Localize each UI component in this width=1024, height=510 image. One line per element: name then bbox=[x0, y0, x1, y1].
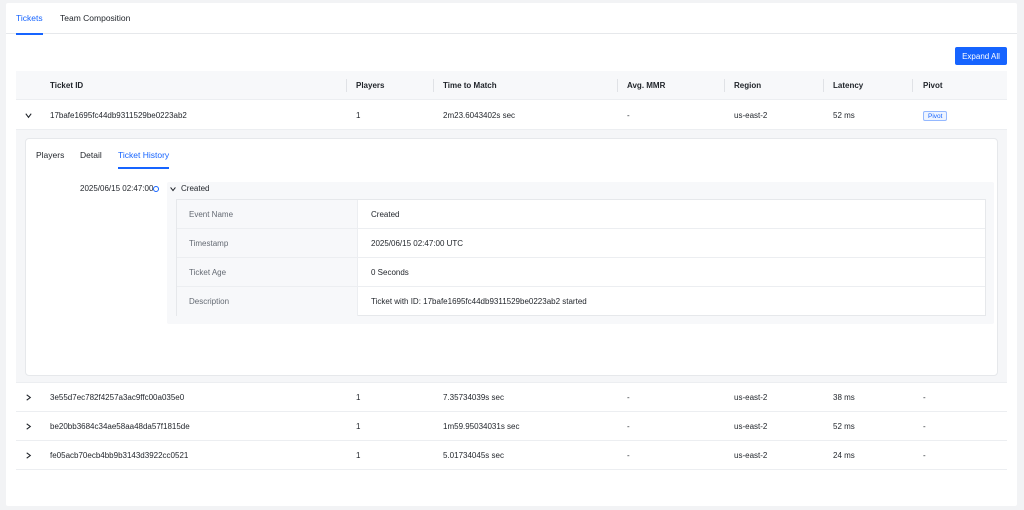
detail-value: 2025/06/15 02:47:00 UTC bbox=[371, 239, 464, 248]
time-to-match: 5.01734045s sec bbox=[443, 451, 504, 460]
detail-row: Event Name Created bbox=[177, 200, 985, 229]
region: us-east-2 bbox=[734, 422, 768, 431]
players-count: 1 bbox=[356, 393, 361, 402]
pivot-value: - bbox=[923, 451, 926, 460]
chevron-down-icon bbox=[170, 187, 176, 192]
detail-row: Timestamp 2025/06/15 02:47:00 UTC bbox=[177, 229, 985, 258]
col-region: Region bbox=[734, 81, 762, 90]
detail-row: Ticket Age 0 Seconds bbox=[177, 258, 985, 287]
avg-mmr: - bbox=[627, 111, 630, 120]
history-event: Created Event Name Created Timestamp 202… bbox=[167, 182, 994, 324]
column-divider bbox=[433, 79, 434, 92]
pivot-value: - bbox=[923, 393, 926, 402]
players-count: 1 bbox=[356, 451, 361, 460]
history-timestamp: 2025/06/15 02:47:00 bbox=[80, 184, 154, 193]
detail-label: Description bbox=[177, 287, 358, 316]
detail-subtabs: Players Detail Ticket History bbox=[26, 139, 997, 169]
players-count: 1 bbox=[356, 111, 361, 120]
tab-team-composition[interactable]: Team Composition bbox=[60, 12, 130, 34]
latency: 38 ms bbox=[833, 393, 855, 402]
table-row[interactable]: 3e55d7ec782f4257a3ac9ffc00a035e0 1 7.357… bbox=[16, 383, 1007, 412]
col-pivot: Pivot bbox=[923, 81, 943, 90]
region: us-east-2 bbox=[734, 393, 768, 402]
table-row[interactable]: fe05acb70ecb4bb9b3143d3922cc0521 1 5.017… bbox=[16, 441, 1007, 470]
col-players: Players bbox=[356, 81, 385, 90]
timeline-dot-icon bbox=[153, 186, 159, 192]
col-ticket-id: Ticket ID bbox=[50, 81, 84, 90]
col-avg-mmr: Avg. MMR bbox=[627, 81, 666, 90]
top-tabs: Tickets Team Composition bbox=[6, 3, 1017, 35]
tab-players[interactable]: Players bbox=[36, 150, 64, 169]
ticket-id: fe05acb70ecb4bb9b3143d3922cc0521 bbox=[50, 451, 189, 460]
expand-all-button[interactable]: Expand All bbox=[955, 47, 1007, 65]
event-detail-table: Event Name Created Timestamp 2025/06/15 … bbox=[176, 199, 986, 316]
table-header: Ticket ID Players Time to Match Avg. MMR… bbox=[16, 71, 1007, 100]
avg-mmr: - bbox=[627, 393, 630, 402]
avg-mmr: - bbox=[627, 422, 630, 431]
detail-label: Event Name bbox=[177, 200, 358, 228]
tab-detail[interactable]: Detail bbox=[80, 150, 102, 169]
region: us-east-2 bbox=[734, 111, 768, 120]
tab-tickets[interactable]: Tickets bbox=[16, 12, 43, 35]
column-divider bbox=[617, 79, 618, 92]
column-divider bbox=[346, 79, 347, 92]
latency: 52 ms bbox=[833, 111, 855, 120]
main-card: Tickets Team Composition Expand All Tick… bbox=[6, 3, 1017, 506]
ticket-id: 3e55d7ec782f4257a3ac9ffc00a035e0 bbox=[50, 393, 185, 402]
detail-value: Ticket with ID: 17bafe1695fc44db9311529b… bbox=[371, 297, 587, 306]
tab-ticket-history[interactable]: Ticket History bbox=[118, 150, 170, 169]
event-title: Created bbox=[181, 184, 210, 193]
time-to-match: 1m59.95034031s sec bbox=[443, 422, 520, 431]
expanded-row-panel: Players Detail Ticket History 2025/06/15… bbox=[16, 130, 1007, 383]
time-to-match: 2m23.6043402s sec bbox=[443, 111, 516, 120]
chevron-right-icon[interactable] bbox=[24, 422, 33, 431]
latency: 24 ms bbox=[833, 451, 855, 460]
latency: 52 ms bbox=[833, 422, 855, 431]
pivot-button[interactable]: Pivot bbox=[923, 111, 948, 121]
detail-label: Ticket Age bbox=[177, 258, 358, 286]
ticket-id: 17bafe1695fc44db9311529be0223ab2 bbox=[50, 111, 187, 120]
column-divider bbox=[912, 79, 913, 92]
table-row[interactable]: be20bb3684c34ae58aa48da57f1815de 1 1m59.… bbox=[16, 412, 1007, 441]
pivot-value: - bbox=[923, 422, 926, 431]
chevron-right-icon[interactable] bbox=[24, 393, 33, 402]
detail-row: Description Ticket with ID: 17bafe1695fc… bbox=[177, 287, 985, 316]
chevron-right-icon[interactable] bbox=[24, 451, 33, 460]
region: us-east-2 bbox=[734, 451, 768, 460]
detail-value: 0 Seconds bbox=[371, 268, 409, 277]
table-row[interactable]: 17bafe1695fc44db9311529be0223ab2 1 2m23.… bbox=[16, 101, 1007, 130]
avg-mmr: - bbox=[627, 451, 630, 460]
chevron-down-icon[interactable] bbox=[24, 111, 33, 120]
col-latency: Latency bbox=[833, 81, 864, 90]
detail-value: Created bbox=[371, 210, 400, 219]
column-divider bbox=[724, 79, 725, 92]
time-to-match: 7.35734039s sec bbox=[443, 393, 504, 402]
players-count: 1 bbox=[356, 422, 361, 431]
ticket-id: be20bb3684c34ae58aa48da57f1815de bbox=[50, 422, 190, 431]
column-divider bbox=[823, 79, 824, 92]
ticket-detail-panel: Players Detail Ticket History 2025/06/15… bbox=[25, 138, 998, 376]
col-time-to-match: Time to Match bbox=[443, 81, 497, 90]
detail-label: Timestamp bbox=[177, 229, 358, 257]
